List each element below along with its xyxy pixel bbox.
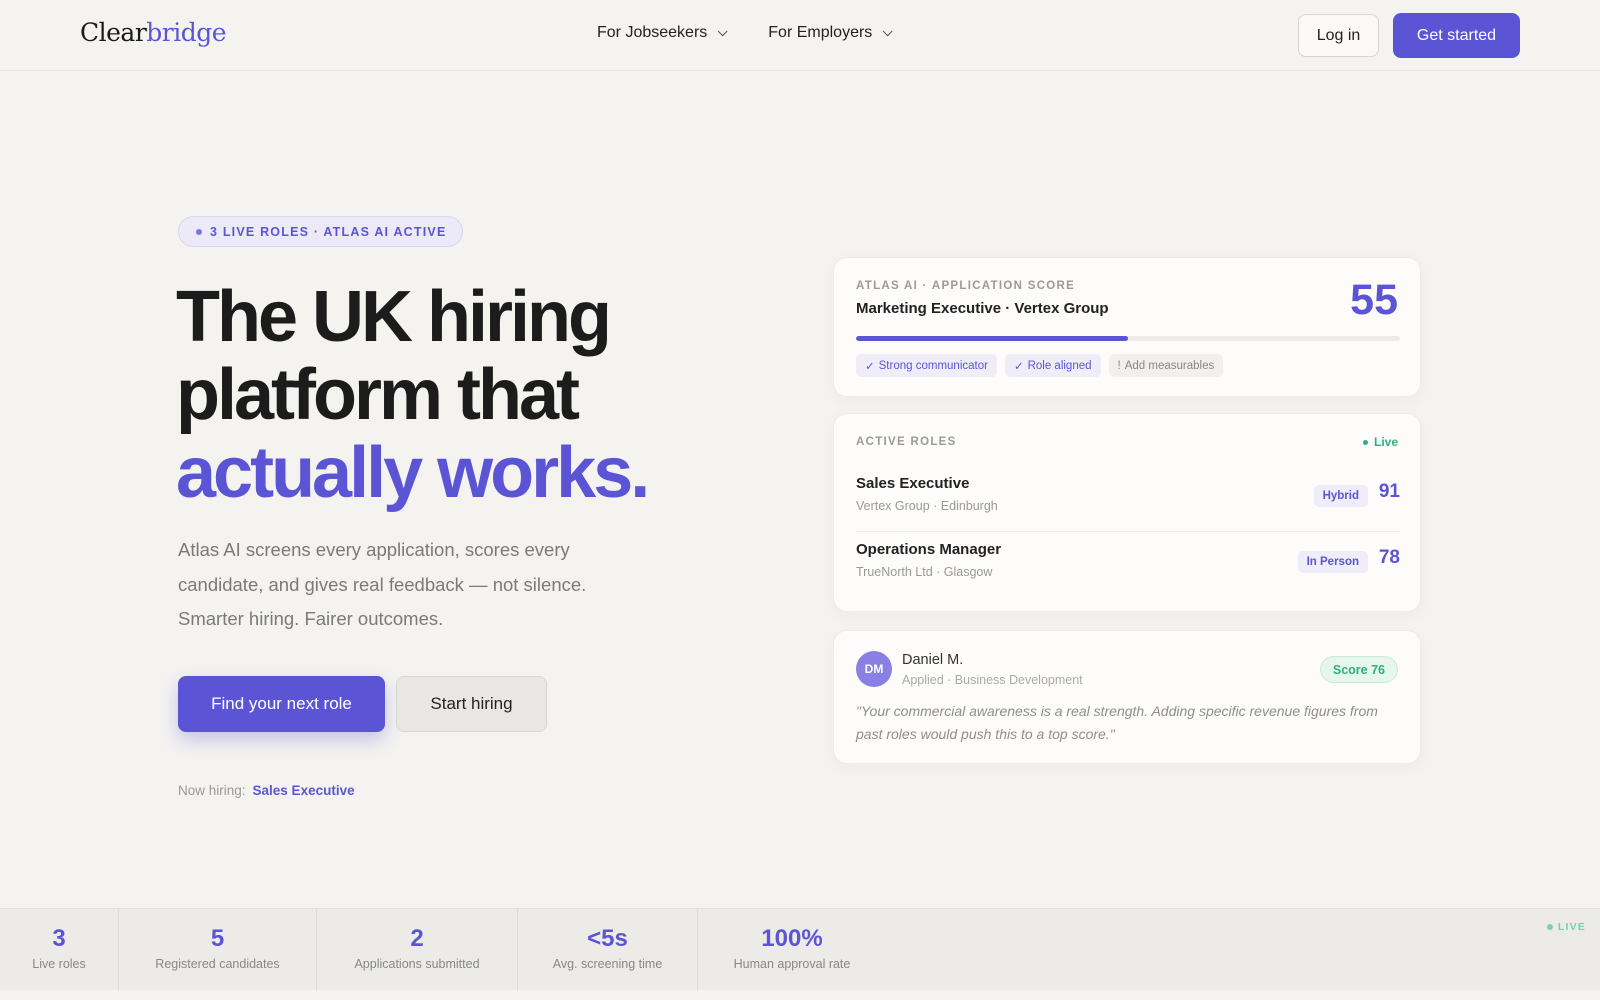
live-dot-icon [1546,924,1553,930]
chevron-down-icon [882,25,893,36]
stat-human-approval: 100% Human approval rate [698,909,886,991]
tag-label: Role aligned [1027,359,1092,372]
active-roles-label: ACTIVE ROLES [856,436,957,448]
status-pill: 3 LIVE ROLES · ATLAS AI ACTIVE [178,216,464,247]
check-icon: ✓ [865,360,875,373]
role-row[interactable]: Sales Executive Vertex Group · Edinburgh… [856,475,1400,532]
candidate-application-info: Applied · Business Development [902,673,1083,687]
score-tags: ✓ Strong communicator ✓ Role aligned ! A… [856,354,1224,377]
stat-value: <5s [587,925,628,952]
live-dot-icon [1362,439,1368,445]
stat-live-roles: 3 Live roles [0,909,119,991]
stat-label: Live roles [32,957,86,971]
now-hiring-role-link[interactable]: Sales Executive [253,783,355,798]
score-progress-bar [856,336,1400,341]
stat-label: Applications submitted [354,957,480,971]
stat-registered-candidates: 5 Registered candidates [119,909,317,991]
candidate-name: Daniel M. [902,652,964,668]
stat-value: 5 [210,925,225,952]
nav-item-employers[interactable]: For Employers [768,24,893,42]
role-subtitle: Vertex Group · Edinburgh [856,499,998,513]
tag-role-aligned: ✓ Role aligned [1004,354,1101,377]
nav-item-jobseekers[interactable]: For Jobseekers [597,24,728,42]
headline-accent: actually works. [176,433,650,513]
stat-applications-submitted: 2 Applications submitted [317,909,518,991]
logo-text-primary: Clear [80,18,147,47]
stat-value: 2 [410,925,424,952]
candidate-score-badge: Score 76 [1319,656,1398,683]
stat-label: Human approval rate [733,957,851,971]
role-subtitle: TrueNorth Ltd · Glasgow [856,565,993,579]
stats-live-indicator: LIVE [1546,921,1586,933]
nav-item-label: For Jobseekers [597,24,708,41]
tag-label: Strong communicator [878,359,988,372]
get-started-button[interactable]: Get started [1393,13,1520,58]
login-button[interactable]: Log in [1298,14,1379,57]
role-work-type-badge: Hybrid [1313,485,1368,507]
active-roles-card: ACTIVE ROLES Live Sales Executive Vertex… [833,413,1421,612]
headline-line-1: The UK hiring [176,277,612,357]
role-score: 91 [1378,481,1400,502]
nav-item-label: For Employers [768,24,873,41]
logo[interactable]: Clearbridge [80,18,227,47]
stat-value: 3 [52,925,66,952]
feedback-quote: "Your commercial awareness is a real str… [856,703,1378,742]
role-score: 78 [1378,547,1400,568]
tag-add-measurables: ! Add measurables [1108,354,1224,377]
now-hiring: Now hiring: Sales Executive [178,783,355,798]
start-hiring-button[interactable]: Start hiring [396,676,547,732]
stat-label: Avg. screening time [552,957,663,971]
top-nav: Clearbridge For Jobseekers For Employers… [0,0,1600,71]
role-title: Sales Executive [856,475,970,492]
stats-live-label: LIVE [1557,921,1586,933]
nav-menu: For Jobseekers For Employers [597,24,893,42]
live-label: Live [1373,435,1398,449]
hero-headline: The UK hiring platform that actually wor… [176,277,650,513]
logo-text-accent: bridge [146,18,227,47]
live-indicator: Live [1362,435,1398,449]
headline-line-2: platform that [176,355,580,435]
application-score: 55 [1350,276,1398,324]
score-card-title: Marketing Executive · Vertex Group [856,300,1109,317]
stat-value: 100% [761,925,823,952]
info-icon: ! [1117,359,1121,372]
tag-label: Add measurables [1124,359,1215,372]
role-work-type-badge: In Person [1297,551,1368,573]
stat-label: Registered candidates [155,957,280,971]
tag-strong-communicator: ✓ Strong communicator [856,354,997,377]
stats-bar: 3 Live roles 5 Registered candidates 2 A… [0,908,1600,991]
role-title: Operations Manager [856,541,1002,558]
score-card-label: ATLAS AI · APPLICATION SCORE [856,280,1076,292]
check-icon: ✓ [1013,360,1024,373]
candidate-feedback-card: DM Daniel M. Applied · Business Developm… [833,630,1421,764]
role-row[interactable]: Operations Manager TrueNorth Ltd · Glasg… [856,541,1400,593]
chevron-down-icon [717,25,728,36]
find-role-button[interactable]: Find your next role [178,676,385,732]
application-score-card: ATLAS AI · APPLICATION SCORE Marketing E… [833,257,1421,397]
stat-screening-time: <5s Avg. screening time [518,909,698,991]
hero-lead: Atlas AI screens every application, scor… [178,539,587,629]
avatar: DM [856,651,892,687]
now-hiring-label: Now hiring: [178,783,246,798]
score-progress-fill [856,336,1128,341]
